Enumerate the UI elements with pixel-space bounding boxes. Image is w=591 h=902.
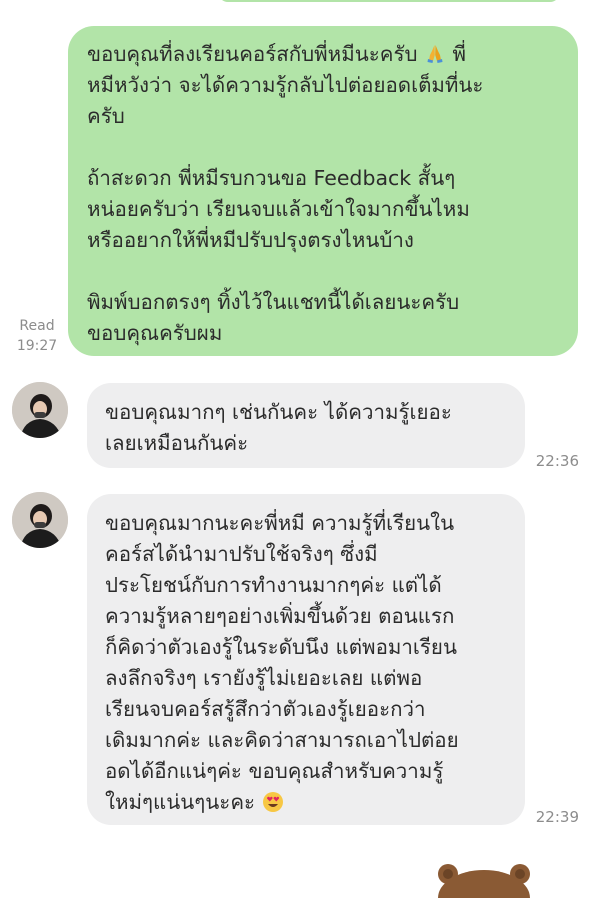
bear-sticker[interactable]	[434, 858, 534, 902]
read-receipt: Read 19:27	[8, 316, 66, 356]
message-time: 22:39	[535, 808, 579, 826]
message-text-continued: พี่ หมีหวังว่า จะได้ความรู้กลับไปต่อยอดเ…	[87, 42, 484, 345]
message-text: ขอบคุณที่ลงเรียนคอร์สกับพี่หมีนะครับ	[87, 42, 418, 66]
message-text: ขอบคุณมากนะคะพี่หมี ความรู้ที่เรียนใน คอ…	[105, 511, 459, 814]
outgoing-message-bubble[interactable]: ขอบคุณที่ลงเรียนคอร์สกับพี่หมีนะครับ พี่…	[68, 26, 578, 356]
folded-hands-icon	[424, 42, 446, 64]
avatar[interactable]	[12, 492, 68, 548]
previous-bubble-edge	[218, 0, 560, 2]
avatar[interactable]	[12, 382, 68, 438]
incoming-message-bubble[interactable]: ขอบคุณมากนะคะพี่หมี ความรู้ที่เรียนใน คอ…	[87, 494, 525, 825]
message-text: ขอบคุณมากๆ เช่นกันคะ ได้ความรู้เยอะ เลยเ…	[105, 400, 452, 455]
smiling-face-with-heart-eyes-icon	[262, 791, 284, 813]
read-status: Read	[19, 318, 55, 334]
incoming-message-bubble[interactable]: ขอบคุณมากๆ เช่นกันคะ ได้ความรู้เยอะ เลยเ…	[87, 383, 525, 468]
message-time: 19:27	[16, 338, 58, 354]
message-time: 22:36	[535, 452, 579, 470]
